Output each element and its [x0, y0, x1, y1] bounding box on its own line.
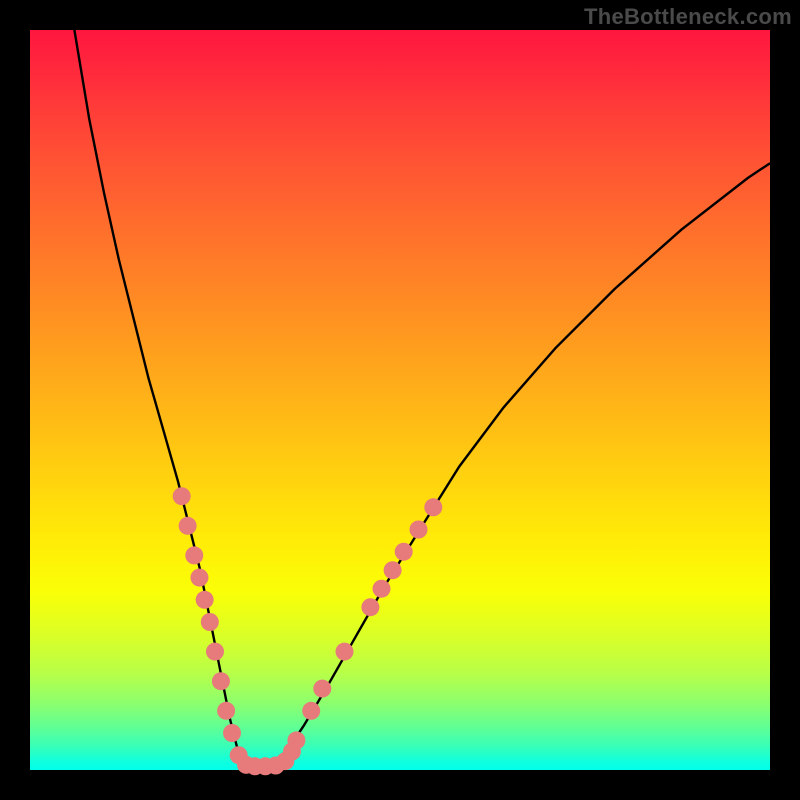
data-dot [201, 613, 219, 631]
data-dot [185, 546, 203, 564]
data-dot [424, 498, 442, 516]
data-dot [217, 702, 235, 720]
data-dot [179, 517, 197, 535]
data-dot [313, 680, 331, 698]
data-dot [223, 724, 241, 742]
data-dot [410, 521, 428, 539]
data-dot [373, 580, 391, 598]
chart-frame: TheBottleneck.com [0, 0, 800, 800]
data-dot [206, 643, 224, 661]
data-dot [173, 487, 191, 505]
data-dot [336, 643, 354, 661]
data-dot [287, 731, 305, 749]
data-dot [196, 591, 214, 609]
plot-area [30, 30, 770, 770]
data-dot [212, 672, 230, 690]
watermark-text: TheBottleneck.com [584, 4, 792, 30]
data-dot [384, 561, 402, 579]
data-dot [190, 569, 208, 587]
chart-svg [30, 30, 770, 770]
data-dot [395, 543, 413, 561]
data-dot [361, 598, 379, 616]
data-dot [302, 702, 320, 720]
bottleneck-curve [74, 30, 770, 766]
